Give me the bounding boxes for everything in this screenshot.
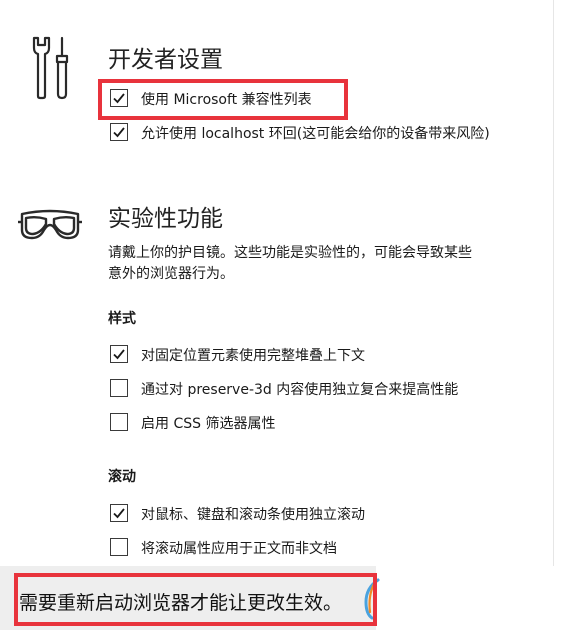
localhost-loopback-checkbox[interactable] — [110, 123, 128, 141]
checkmark-icon — [113, 127, 125, 138]
notice-bar-end — [376, 566, 564, 630]
panel-divider — [553, 0, 554, 566]
checkmark-icon — [113, 508, 125, 519]
description-line-2: 意外的浏览器行为。 — [108, 266, 234, 282]
tools-icon — [30, 36, 72, 104]
preserve-3d-compositing-label[interactable]: 通过对 preserve-3d 内容使用独立复合来提高性能 — [141, 379, 458, 399]
experimental-description: 请戴上你的护目镜。这些功能是实验性的，可能会导致某些 意外的浏览器行为。 — [108, 243, 508, 285]
css-filter-checkbox[interactable] — [110, 413, 128, 431]
settings-panel: 开发者设置 使用 Microsoft 兼容性列表 允许使用 localhost … — [0, 0, 564, 630]
highlight-box-notice — [14, 573, 377, 626]
scroll-subheading: 滚动 — [108, 469, 136, 485]
experimental-features-title: 实验性功能 — [108, 206, 223, 232]
style-subheading: 样式 — [108, 311, 136, 327]
localhost-loopback-label[interactable]: 允许使用 localhost 环回(这可能会给你的设备带来风险) — [141, 123, 490, 143]
scroll-on-body-label[interactable]: 将滚动属性应用于正文而非文档 — [141, 538, 337, 558]
preserve-3d-compositing-checkbox[interactable] — [110, 379, 128, 397]
fixed-position-stacking-label[interactable]: 对固定位置元素使用完整堆叠上下文 — [141, 345, 365, 365]
independent-scrolling-label[interactable]: 对鼠标、键盘和滚动条使用独立滚动 — [141, 504, 365, 524]
independent-scrolling-checkbox[interactable] — [110, 504, 128, 522]
description-line-1: 请戴上你的护目镜。这些功能是实验性的，可能会导致某些 — [108, 245, 472, 261]
fixed-position-stacking-checkbox[interactable] — [110, 345, 128, 363]
scroll-on-body-checkbox[interactable] — [110, 538, 128, 556]
developer-settings-title: 开发者设置 — [108, 47, 223, 73]
goggles-icon — [16, 208, 84, 246]
checkmark-icon — [113, 349, 125, 360]
css-filter-label[interactable]: 启用 CSS 筛选器属性 — [141, 413, 275, 433]
highlight-box-compat — [98, 79, 348, 120]
